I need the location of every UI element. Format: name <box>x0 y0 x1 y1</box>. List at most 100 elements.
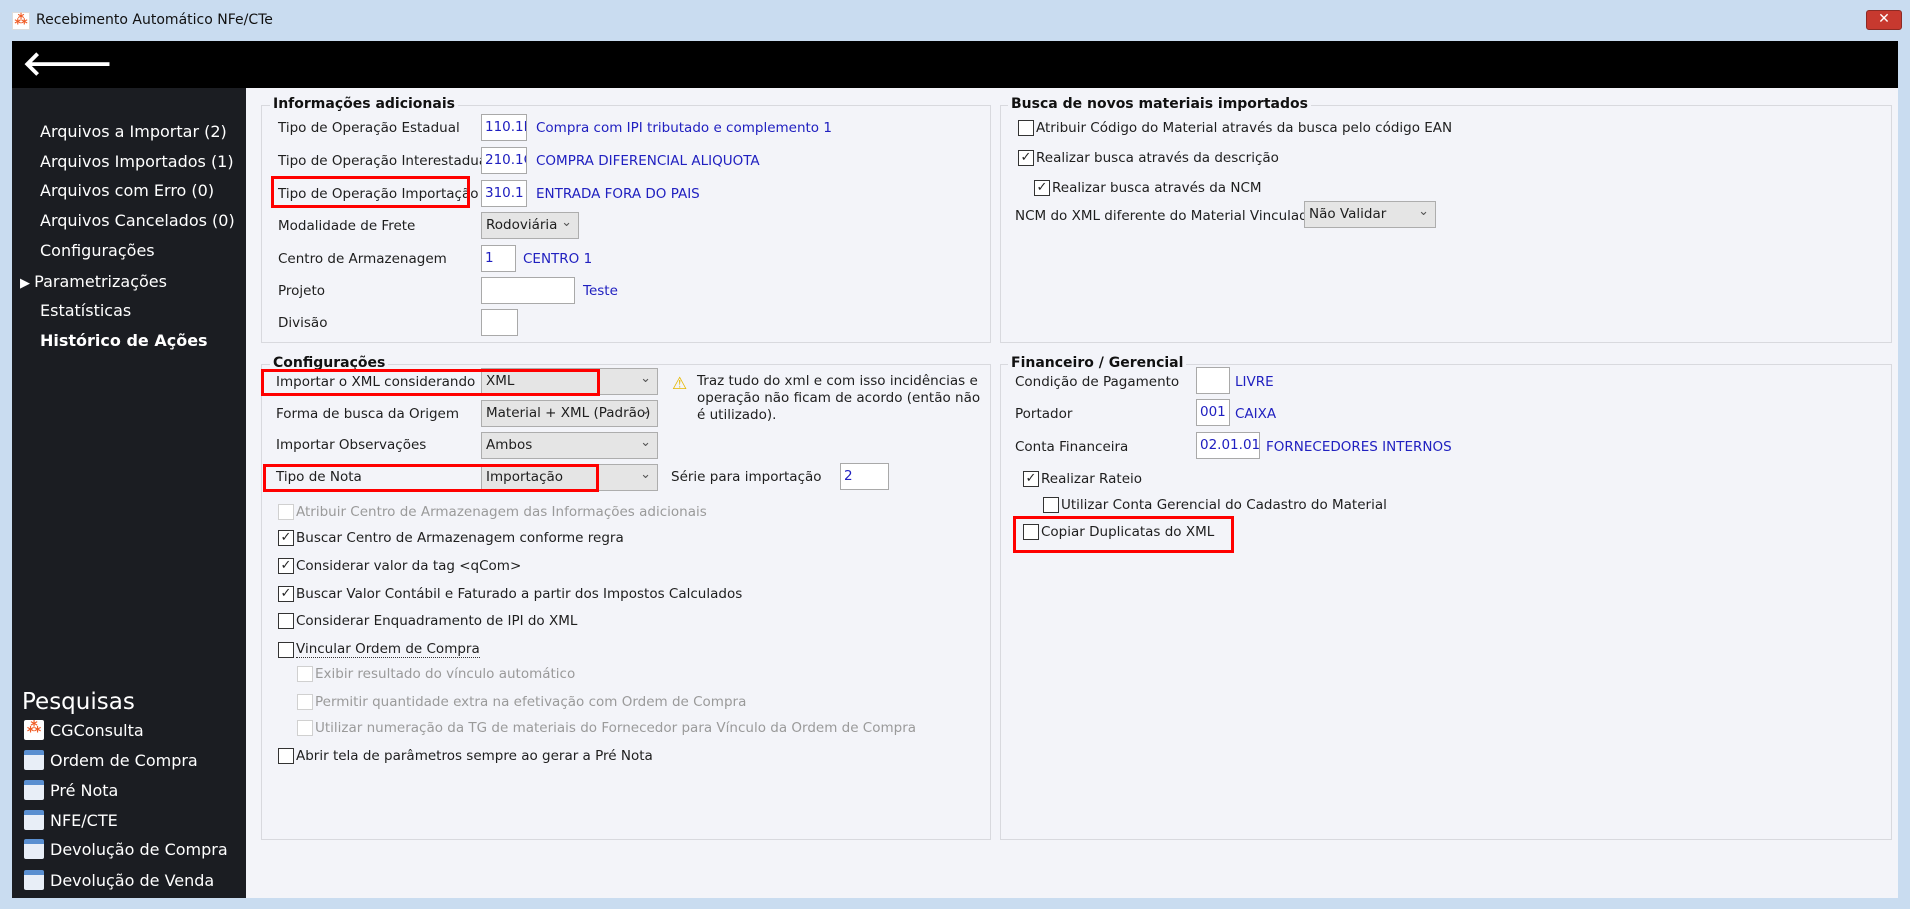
divisao-input[interactable] <box>481 309 518 336</box>
window-title: Recebimento Automático NFe/CTe <box>36 12 273 28</box>
conta-gerencial-checkbox[interactable]: Utilizar Conta Gerencial do Cadastro do … <box>1043 497 1387 513</box>
checkbox-box <box>1043 497 1059 513</box>
ncm-diff-select[interactable]: Não Validar ⌄ <box>1304 201 1436 228</box>
sidebar <box>12 88 246 898</box>
checkbox-box <box>297 694 313 710</box>
sidebar-item[interactable]: Histórico de Ações <box>40 331 208 350</box>
close-icon: ✕ <box>1878 11 1890 27</box>
ncm-diff-value: Não Validar <box>1309 206 1387 222</box>
checkbox-label: Exibir resultado do vínculo automático <box>315 666 576 682</box>
checkbox-box <box>278 641 294 658</box>
sidebar-item[interactable]: Arquivos com Erro (0) <box>40 181 214 200</box>
sidebar-item-label: Arquivos Cancelados (0) <box>40 211 235 230</box>
config-checkbox[interactable]: Abrir tela de parâmetros sempre ao gerar… <box>278 748 653 764</box>
close-button[interactable]: ✕ <box>1866 10 1902 30</box>
ean-label: Atribuir Código do Material através da b… <box>1036 120 1453 136</box>
sidebar-item-label: Parametrizações <box>34 272 167 291</box>
config-checkbox[interactable]: Considerar Enquadramento de IPI do XML <box>278 613 577 629</box>
checkbox-box <box>278 504 294 520</box>
checkbox-label: Abrir tela de parâmetros sempre ao gerar… <box>296 748 653 764</box>
config-checkbox[interactable]: Exibir resultado do vínculo automático <box>297 666 575 682</box>
projeto-desc: Teste <box>583 283 618 299</box>
search-link[interactable]: Devolução de Venda <box>50 871 214 890</box>
divisao-label: Divisão <box>278 315 328 331</box>
sidebar-item[interactable]: Estatísticas <box>40 301 131 320</box>
search-link[interactable]: NFE/CTE <box>50 811 118 830</box>
centro-desc: CENTRO 1 <box>523 251 593 267</box>
sidebar-item-label: Configurações <box>40 241 155 260</box>
chevron-down-icon: ⌄ <box>640 467 651 482</box>
serie-input[interactable]: 2 <box>840 463 889 490</box>
window-icon <box>24 750 44 770</box>
centro-input[interactable]: 1 <box>481 245 516 272</box>
sidebar-item[interactable]: Arquivos Importados (1) <box>40 152 234 171</box>
highlight-box <box>1013 516 1234 553</box>
checkmark-icon: ✓ <box>1023 471 1039 487</box>
ean-checkbox[interactable]: Atribuir Código do Material através da b… <box>1018 120 1452 136</box>
config-checkbox[interactable]: ✓ Buscar Valor Contábil e Faturado a part… <box>278 586 742 602</box>
chevron-down-icon: ⌄ <box>640 435 651 450</box>
chevron-down-icon: ⌄ <box>561 215 572 230</box>
checkbox-label: Buscar Valor Contábil e Faturado a parti… <box>296 586 743 602</box>
title-bar <box>0 0 1910 41</box>
portador-label: Portador <box>1015 406 1073 422</box>
observacoes-select[interactable]: Ambos ⌄ <box>481 432 658 459</box>
op-interestadual-input[interactable]: 210.1C <box>481 147 527 174</box>
group-financeiro <box>1000 364 1892 840</box>
back-button[interactable]: 🡐 <box>22 47 113 81</box>
projeto-input[interactable] <box>481 277 575 304</box>
highlight-box <box>263 464 599 492</box>
portador-input[interactable]: 001 <box>1196 399 1230 426</box>
windows-stack-icon <box>24 810 44 830</box>
forma-busca-value: Material + XML (Padrão) <box>486 405 651 421</box>
checkbox-box <box>297 666 313 682</box>
op-estadual-label: Tipo de Operação Estadual <box>278 120 460 136</box>
sidebar-item[interactable]: Configurações <box>40 241 155 260</box>
conta-input[interactable]: 02.01.01 <box>1196 432 1260 459</box>
sidebar-item[interactable]: ▶ Parametrizações <box>20 272 167 291</box>
ncm-checkbox[interactable]: ✓ Realizar busca através da NCM <box>1034 180 1262 196</box>
sidebar-item-label: Arquivos Importados (1) <box>40 152 234 171</box>
group-title: Informações adicionais <box>270 96 458 112</box>
search-link[interactable]: CGConsulta <box>50 721 144 740</box>
checkmark-icon: ✓ <box>1018 150 1034 166</box>
sidebar-item[interactable]: Arquivos Cancelados (0) <box>40 211 235 230</box>
rateio-checkbox[interactable]: ✓ Realizar Rateio <box>1023 471 1142 487</box>
condicao-input[interactable] <box>1196 367 1230 394</box>
op-estadual-input[interactable]: 110.1I <box>481 114 527 141</box>
highlight-box <box>271 176 470 208</box>
search-section-title: Pesquisas <box>22 689 135 715</box>
search-link[interactable]: Ordem de Compra <box>50 751 198 770</box>
sidebar-item-label: Estatísticas <box>40 301 132 320</box>
header-bar <box>12 41 1898 88</box>
forma-busca-select[interactable]: Material + XML (Padrão) ⌄ <box>481 400 658 427</box>
checkbox-box <box>278 613 294 629</box>
config-checkbox[interactable]: Vincular Ordem de Compra <box>278 641 480 658</box>
descricao-checkbox[interactable]: ✓ Realizar busca através da descrição <box>1018 150 1279 166</box>
highlight-box <box>261 369 600 396</box>
config-checkbox[interactable]: Atribuir Centro de Armazenagem das Infor… <box>278 504 707 520</box>
checkbox-box <box>1018 120 1034 136</box>
checkbox-label: Buscar Centro de Armazenagem conforme re… <box>296 530 624 546</box>
config-checkbox[interactable]: ✓ Considerar valor da tag <qCom> <box>278 558 521 574</box>
frete-select[interactable]: Rodoviária ⌄ <box>481 212 579 239</box>
config-checkbox[interactable]: Permitir quantidade extra na efetivação … <box>297 694 746 710</box>
checkbox-label: Considerar Enquadramento de IPI do XML <box>296 613 578 629</box>
checkbox-box <box>297 720 313 736</box>
serie-label: Série para importação <box>671 469 822 485</box>
observacoes-value: Ambos <box>486 437 533 453</box>
sidebar-item[interactable]: Arquivos a Importar (2) <box>40 122 227 141</box>
op-importacao-input[interactable]: 310.1 <box>481 180 527 207</box>
rateio-label: Realizar Rateio <box>1041 471 1143 487</box>
search-link[interactable]: Devolução de Compra <box>50 840 228 859</box>
config-checkbox[interactable]: Utilizar numeração da TG de materiais do… <box>297 720 916 736</box>
checkmark-icon: ✓ <box>278 558 294 574</box>
chevron-down-icon: ⌄ <box>1418 204 1429 219</box>
sidebar-item-label: Histórico de Ações <box>40 331 208 350</box>
search-link[interactable]: Pré Nota <box>50 781 118 800</box>
frete-label: Modalidade de Frete <box>278 218 416 234</box>
condicao-label: Condição de Pagamento <box>1015 374 1180 390</box>
config-checkbox[interactable]: ✓ Buscar Centro de Armazenagem conforme r… <box>278 530 624 546</box>
sidebar-item-label: Arquivos com Erro (0) <box>40 181 215 200</box>
conta-gerencial-label: Utilizar Conta Gerencial do Cadastro do … <box>1061 497 1387 513</box>
